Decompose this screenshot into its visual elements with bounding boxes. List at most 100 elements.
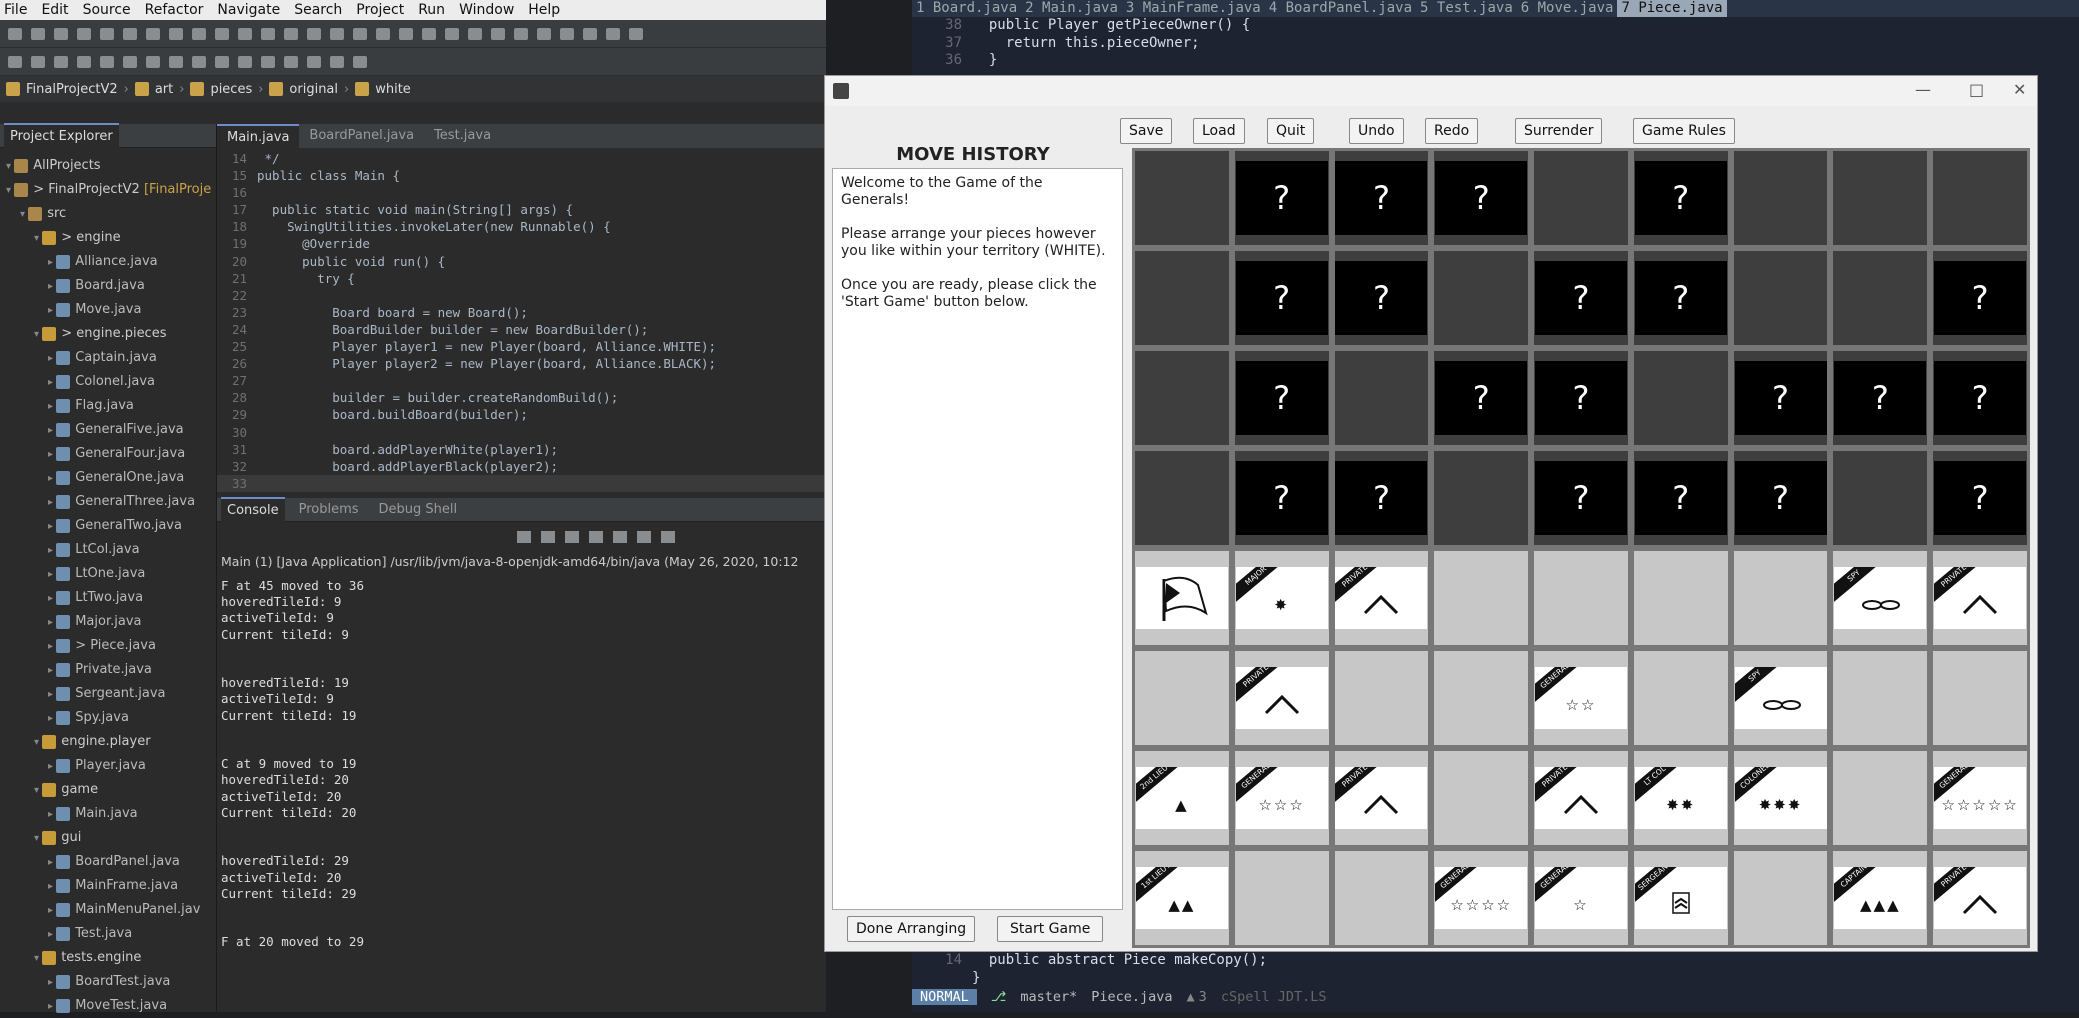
board-tile[interactable] [1234,851,1329,945]
toolbar-tool-icon[interactable] [514,27,528,40]
tree-item[interactable]: ▾ game [0,778,216,802]
board-tile[interactable]: GENERAL ☆☆☆☆☆ [1933,751,2027,845]
word-wrap-icon[interactable] [613,531,627,543]
tab-project-explorer[interactable]: Project Explorer [4,123,119,148]
editor-tab[interactable]: BoardPanel.java [299,124,424,148]
minimize-icon[interactable]: — [1915,80,1931,99]
terminate-icon[interactable] [517,531,531,543]
menu-project[interactable]: Project [356,2,404,18]
board-tile[interactable] [1733,151,1828,245]
tree-item[interactable]: ▸ MainMenuPanel.jav [0,898,216,922]
piece-flag[interactable] [1135,567,1228,629]
piece-private[interactable]: PRIVATE [1335,767,1428,829]
hidden-piece[interactable]: ? [1435,361,1528,435]
expand-arrow-icon[interactable]: ▾ [34,737,42,748]
tree-item[interactable]: ▾ > engine [0,226,216,250]
expand-arrow-icon[interactable]: ▾ [34,833,42,844]
tree-item[interactable]: ▸ MoveTest.java [0,994,216,1018]
tree-item[interactable]: ▾ AllProjects [0,154,216,178]
board-tile[interactable]: SPY [1733,651,1828,745]
breadcrumb-item[interactable]: original [289,82,338,97]
editor-tab[interactable]: Test.java [424,124,501,148]
toolbar-tool-icon[interactable] [123,27,137,40]
toolbar-tool-icon[interactable] [215,27,229,40]
board-tile[interactable]: GENERAL ☆☆☆ [1234,751,1329,845]
board-tile[interactable] [1534,151,1628,245]
code-area[interactable]: 14 */15 public class Main {16 17 public st… [217,148,826,492]
toolbar-tool-icon[interactable] [8,55,22,68]
expand-arrow-icon[interactable]: ▸ [48,569,56,580]
toolbar-tool-icon[interactable] [215,55,229,68]
piece-general5[interactable]: GENERAL ☆☆☆☆☆ [1934,767,2027,829]
toolbar-tool-icon[interactable] [8,27,22,40]
expand-arrow-icon[interactable]: ▾ [20,209,28,220]
board-tile[interactable] [1633,651,1728,745]
hidden-piece[interactable]: ? [1335,161,1428,235]
expand-arrow-icon[interactable]: ▸ [48,545,56,556]
tree-item[interactable]: ▸ Main.java [0,802,216,826]
toolbar-tool-icon[interactable] [330,27,344,40]
piece-private[interactable]: PRIVATE [1934,567,2027,629]
code-editor[interactable]: Main.java BoardPanel.java Test.java 14 */1… [217,124,826,498]
piece-major[interactable]: MAJOR ✸ [1235,567,1328,629]
load-button[interactable]: Load [1193,118,1245,144]
board-tile[interactable]: ? [1534,351,1628,445]
tree-item[interactable]: ▸ Spy.java [0,706,216,730]
tree-item[interactable]: ▸ BoardPanel.java [0,850,216,874]
board-tile[interactable]: ? [1733,351,1828,445]
board-tile[interactable]: ? [1234,351,1329,445]
board-tile[interactable]: ? [1534,251,1628,345]
console-tab[interactable]: Console [221,497,285,522]
tree-item[interactable]: ▸ GeneralFour.java [0,442,216,466]
piece-1st-lieut[interactable]: 1st LIEUT ▲▲ [1135,867,1228,929]
hidden-piece[interactable]: ? [1934,261,2027,335]
hidden-piece[interactable]: ? [1235,261,1328,335]
hidden-piece[interactable]: ? [1934,361,2027,435]
board-tile[interactable] [1135,251,1229,345]
hidden-piece[interactable]: ? [1534,461,1627,535]
hidden-piece[interactable]: ? [1335,261,1428,335]
board-tile[interactable] [1135,151,1229,245]
piece-general1[interactable]: GENERAL ☆ [1534,867,1627,929]
piece-general4[interactable]: GENERAL ☆☆☆☆ [1435,867,1528,929]
toolbar-tool-icon[interactable] [238,55,252,68]
toolbar-tool-icon[interactable] [353,55,367,68]
expand-arrow-icon[interactable]: ▸ [48,857,56,868]
toolbar-tool-icon[interactable] [169,27,183,40]
vim-tab[interactable]: 7 Piece.java [1617,0,1727,17]
toolbar-tool-icon[interactable] [54,55,68,68]
breadcrumb-item[interactable]: art [155,82,173,97]
board-tile[interactable]: ? [1434,351,1529,445]
board-tile[interactable]: PRIVATE [1334,551,1429,645]
expand-arrow-icon[interactable]: ▸ [48,905,56,916]
save-button[interactable]: Save [1120,118,1173,144]
expand-arrow-icon[interactable]: ▸ [48,593,56,604]
editor-tab[interactable]: Main.java [217,124,300,148]
tree-item[interactable]: ▸ GeneralThree.java [0,490,216,514]
menu-file[interactable]: File [4,2,27,18]
breadcrumb-item[interactable]: pieces [210,82,252,97]
board-tile[interactable] [1833,451,1928,545]
expand-arrow-icon[interactable]: ▸ [48,929,56,940]
board-tile[interactable]: PRIVATE [1933,851,2027,945]
tree-item[interactable]: ▸ LtOne.java [0,562,216,586]
expand-arrow-icon[interactable]: ▸ [48,521,56,532]
vim-tab[interactable]: 5 Test.java [1416,0,1517,17]
board-tile[interactable]: PRIVATE [1933,551,2027,645]
vim-tab[interactable]: 1 Board.java [912,0,1021,17]
piece-private[interactable]: PRIVATE [1934,867,2027,929]
toolbar-tool-icon[interactable] [261,55,275,68]
piece-spy[interactable]: SPY [1834,567,1927,629]
expand-arrow-icon[interactable]: ▸ [48,281,56,292]
board-tile[interactable] [1733,551,1828,645]
board-tile[interactable]: ? [1933,351,2027,445]
scroll-lock-icon[interactable] [589,531,603,543]
board-tile[interactable] [1434,651,1529,745]
remove-all-icon[interactable] [565,531,579,543]
piece-private[interactable]: PRIVATE [1235,667,1328,729]
toolbar-tool-icon[interactable] [376,27,390,40]
display-console-icon[interactable] [661,531,675,543]
expand-arrow-icon[interactable]: ▸ [48,473,56,484]
menu-run[interactable]: Run [418,2,445,18]
toolbar-tool-icon[interactable] [77,27,91,40]
